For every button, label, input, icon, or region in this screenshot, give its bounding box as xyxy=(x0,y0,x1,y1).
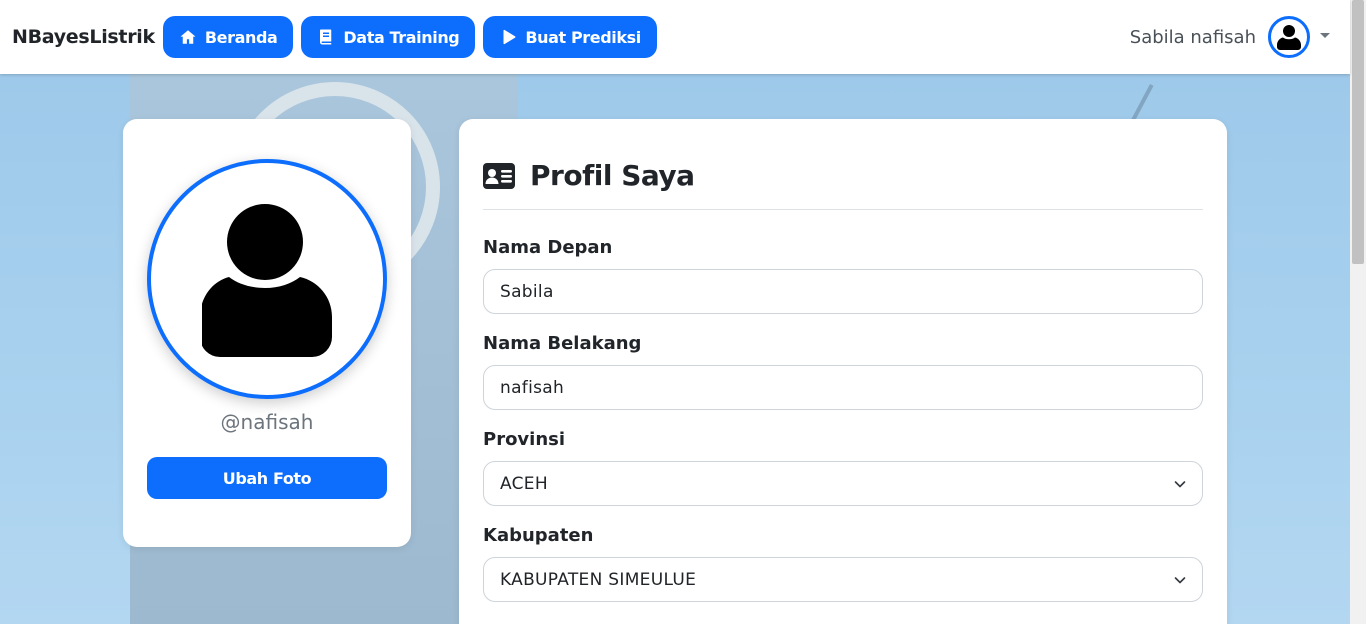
province-select[interactable]: ACEH xyxy=(483,461,1203,506)
user-avatar[interactable] xyxy=(1268,16,1310,58)
home-icon xyxy=(180,30,196,44)
nav-buat-prediksi-button[interactable]: Buat Prediksi xyxy=(483,16,657,58)
profile-username: @nafisah xyxy=(220,410,314,434)
profile-form-card: Profil Saya Nama Depan Sabila Nama Belak… xyxy=(459,119,1227,624)
header-divider xyxy=(483,209,1203,210)
chevron-down-icon xyxy=(1174,577,1186,584)
last-name-value: nafisah xyxy=(500,377,565,398)
change-photo-button[interactable]: Ubah Foto xyxy=(147,457,387,499)
profile-avatar xyxy=(147,159,387,399)
navbar: NBayesListrik Beranda Data Training Buat… xyxy=(0,0,1350,74)
form-header: Profil Saya xyxy=(483,159,695,192)
chevron-down-icon[interactable] xyxy=(1320,32,1330,38)
user-icon xyxy=(1277,25,1301,50)
nav-beranda-label: Beranda xyxy=(204,27,278,47)
user-name: Sabila nafisah xyxy=(1129,26,1256,48)
id-card-icon xyxy=(483,162,515,189)
profile-card: @nafisah Ubah Foto xyxy=(123,119,411,547)
province-value: ACEH xyxy=(500,473,548,494)
province-label: Provinsi xyxy=(483,429,566,450)
page-title: Profil Saya xyxy=(530,159,695,192)
first-name-label: Nama Depan xyxy=(483,237,613,258)
book-icon xyxy=(320,29,332,45)
nav-data-training-label: Data Training xyxy=(343,27,460,47)
last-name-input[interactable]: nafisah xyxy=(483,365,1203,410)
play-icon xyxy=(503,29,516,45)
nav-data-training-button[interactable]: Data Training xyxy=(301,16,476,58)
last-name-label: Nama Belakang xyxy=(483,333,642,354)
user-icon xyxy=(202,204,332,357)
scrollbar-thumb[interactable] xyxy=(1352,0,1364,264)
regency-select[interactable]: KABUPATEN SIMEULUE xyxy=(483,557,1203,602)
nav-buat-prediksi-label: Buat Prediksi xyxy=(525,27,641,47)
nav-beranda-button[interactable]: Beranda xyxy=(162,16,294,58)
brand-logo[interactable]: NBayesListrik xyxy=(12,26,155,48)
chevron-down-icon xyxy=(1174,481,1186,488)
user-menu[interactable]: Sabila nafisah xyxy=(1130,16,1330,58)
first-name-input[interactable]: Sabila xyxy=(483,269,1203,314)
regency-value: KABUPATEN SIMEULUE xyxy=(500,569,697,590)
regency-label: Kabupaten xyxy=(483,525,594,546)
first-name-value: Sabila xyxy=(500,281,554,302)
